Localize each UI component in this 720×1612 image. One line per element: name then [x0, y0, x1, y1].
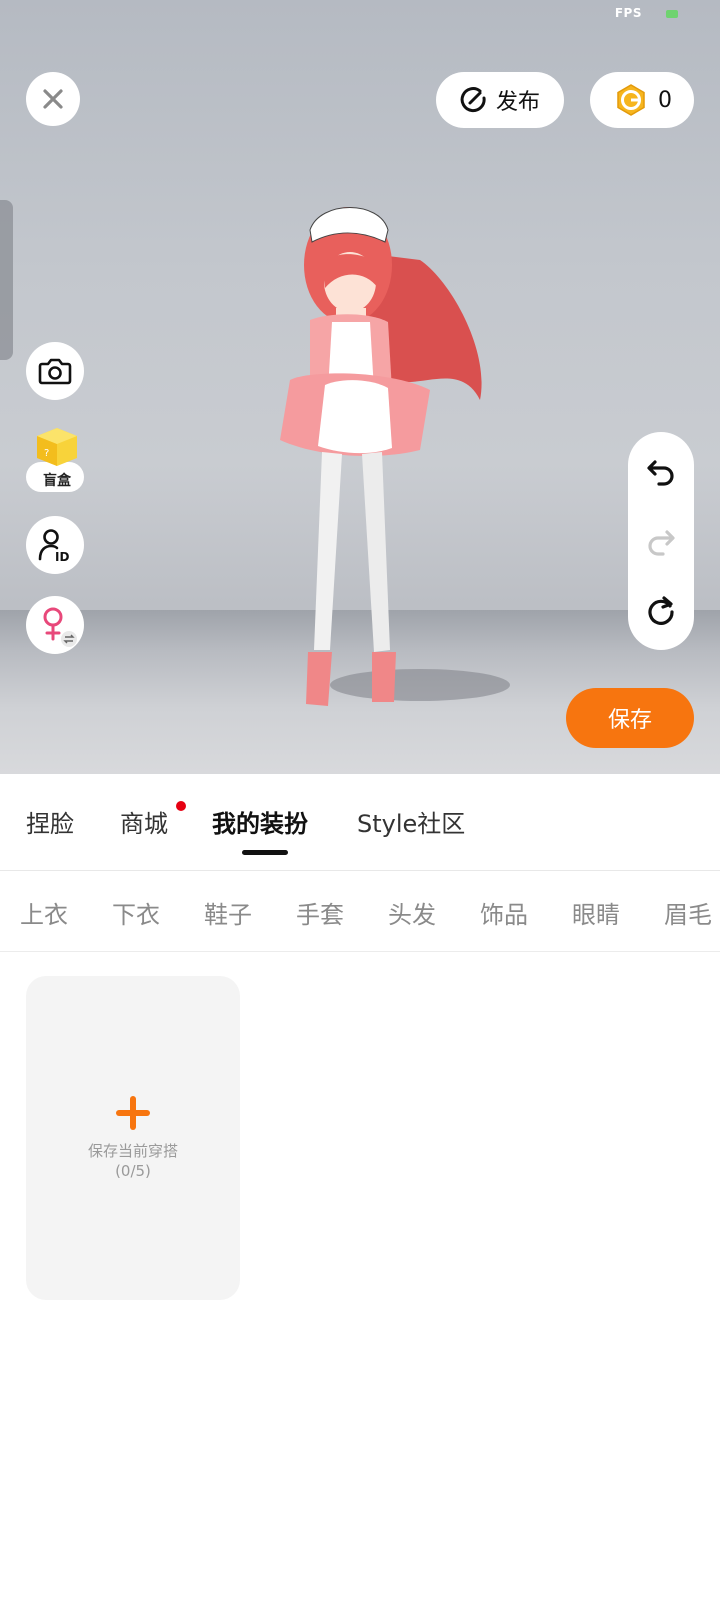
female-swap-icon — [43, 607, 77, 647]
category-shoes[interactable]: 鞋子 — [204, 895, 252, 930]
history-controls — [628, 432, 694, 650]
redo-icon — [648, 530, 675, 556]
publish-label: 发布 — [495, 90, 540, 115]
blind-box-label: 盲盒 — [43, 473, 71, 489]
side-drawer-handle[interactable] — [0, 200, 13, 360]
active-tab-indicator — [242, 850, 288, 855]
coin-count: 0 — [658, 87, 672, 113]
gender-switch-button[interactable] — [26, 596, 84, 654]
close-button[interactable] — [26, 72, 80, 126]
category-eyes[interactable]: 眼睛 — [572, 895, 620, 930]
camera-icon — [38, 358, 72, 385]
publish-icon — [460, 87, 486, 113]
fps-indicator: FPS — [614, 6, 642, 20]
camera-button[interactable] — [26, 342, 84, 400]
tab-my-outfits[interactable]: 我的装扮 — [212, 804, 308, 839]
save-button[interactable]: 保存 — [566, 688, 694, 748]
svg-text:ID: ID — [55, 550, 69, 563]
category-accessories[interactable]: 饰品 — [480, 895, 528, 930]
tab-style-community[interactable]: Style社区 — [357, 804, 465, 839]
avatar-figure[interactable] — [270, 190, 510, 740]
category-gloves[interactable]: 手套 — [296, 895, 344, 930]
avatar-id-button[interactable]: ID — [26, 516, 84, 574]
outfit-slot-count: (0/5) — [115, 1162, 151, 1180]
publish-button[interactable]: 发布 — [436, 72, 564, 128]
undo-button[interactable] — [628, 442, 694, 498]
plus-icon — [116, 1096, 150, 1130]
reset-button[interactable] — [628, 582, 694, 638]
tab-face[interactable]: 捏脸 — [26, 804, 74, 839]
fps-status-dot — [666, 10, 678, 18]
category-bottoms[interactable]: 下衣 — [112, 895, 160, 930]
avatar-stage[interactable]: FPS 发布 0 ? 盲盒 ID 保存 — [0, 0, 720, 774]
user-id-icon: ID — [38, 529, 69, 563]
coin-balance[interactable]: 0 — [590, 72, 694, 128]
category-hair[interactable]: 头发 — [388, 895, 436, 930]
category-eyebrows[interactable]: 眉毛 — [664, 895, 712, 930]
svg-text:?: ? — [44, 448, 49, 459]
save-outfit-label: 保存当前穿搭 — [87, 1142, 178, 1160]
reset-icon — [648, 596, 674, 625]
save-outfit-card[interactable]: 保存当前穿搭 (0/5) — [26, 976, 240, 1300]
tab-shop[interactable]: 商城 — [120, 804, 168, 839]
close-icon — [43, 89, 63, 109]
undo-icon — [647, 460, 674, 486]
redo-button[interactable] — [628, 512, 694, 568]
shop-notification-dot — [176, 801, 186, 811]
category-tops[interactable]: 上衣 — [20, 895, 68, 930]
category-bar[interactable]: 上衣 下衣 鞋子 手套 头发 饰品 眼睛 眉毛 — [0, 871, 720, 952]
blind-box-icon: ? — [37, 428, 77, 466]
coin-icon — [617, 84, 645, 116]
main-tabs: 捏脸 商城 我的装扮 Style社区 — [0, 774, 720, 871]
